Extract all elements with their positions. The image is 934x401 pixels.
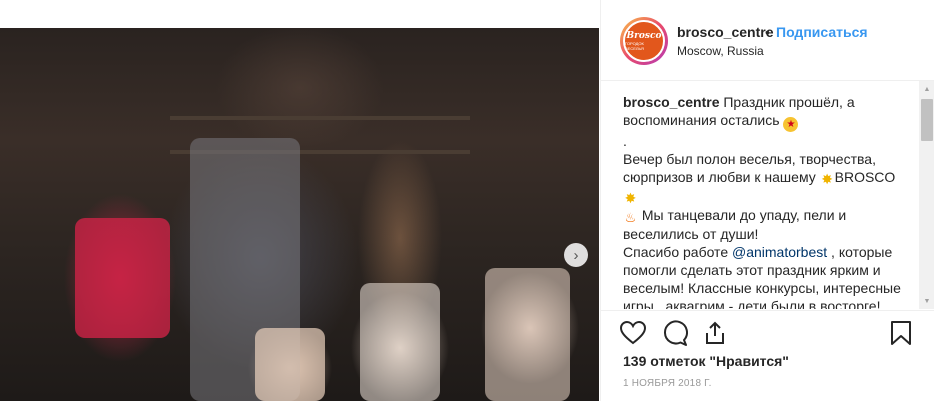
location-link[interactable]: Moscow, Russia: [677, 44, 764, 58]
sparkle-emoji-icon: ✸: [821, 171, 833, 187]
post-photo[interactable]: ›: [0, 28, 599, 401]
action-bar: [601, 310, 934, 355]
scrollbar-thumb[interactable]: [921, 99, 933, 141]
scroll-down-arrow-icon[interactable]: ▼: [919, 293, 934, 309]
post-header: Brosco ГОРОДОК ВЕСЕЛЬЯ brosco_centre • П…: [601, 0, 934, 81]
caption-brand: BROSCO: [834, 169, 896, 185]
caption-line: Мы танцевали до упаду, пели и веселились…: [623, 207, 847, 242]
photo-child: [360, 283, 440, 401]
caption-text: brosco_centre Праздник прошёл, а воспоми…: [623, 93, 901, 309]
heart-icon[interactable]: [619, 319, 647, 347]
comment-icon[interactable]: [661, 319, 689, 347]
fire-emoji-icon: ♨: [624, 210, 637, 225]
scroll-up-arrow-icon[interactable]: ▲: [919, 81, 934, 97]
share-icon[interactable]: [701, 319, 729, 347]
photo-flower-box: [75, 218, 170, 338]
avatar[interactable]: Brosco ГОРОДОК ВЕСЕЛЬЯ: [620, 17, 668, 65]
separator-dot: •: [765, 24, 770, 40]
caption-scroll-area[interactable]: brosco_centre Праздник прошёл, а воспоми…: [601, 81, 917, 309]
avatar-brand: Brosco: [626, 31, 662, 41]
mention-link[interactable]: @animatorbest: [732, 244, 827, 260]
avatar-sub: ГОРОДОК ВЕСЕЛЬЯ: [625, 41, 644, 51]
caption-scrollbar[interactable]: ▲ ▼: [919, 81, 934, 309]
follow-button[interactable]: Подписаться: [776, 24, 868, 40]
post-sidebar: Brosco ГОРОДОК ВЕСЕЛЬЯ brosco_centre • П…: [600, 0, 934, 401]
post-date: 1 НОЯБРЯ 2018 Г.: [623, 378, 712, 389]
likes-count[interactable]: 139 отметок "Нравится": [623, 353, 789, 369]
bookmark-icon[interactable]: [887, 319, 915, 347]
shelf-decor: [170, 116, 470, 120]
photo-child: [255, 328, 325, 401]
header-username-link[interactable]: brosco_centre: [677, 24, 773, 40]
caption-username-link[interactable]: brosco_centre: [623, 94, 719, 110]
caption-line: Спасибо работе: [623, 244, 732, 260]
avatar-logo: Brosco ГОРОДОК ВЕСЕЛЬЯ: [623, 20, 665, 62]
next-photo-button[interactable]: ›: [564, 243, 588, 267]
sparkle-emoji-icon: ✸: [624, 190, 637, 206]
instagram-post: › Brosco ГОРОДОК ВЕСЕЛЬЯ brosco_centre •…: [0, 0, 934, 401]
photo-child: [485, 268, 570, 401]
star-struck-emoji-icon: ★: [783, 117, 799, 132]
caption-line: .: [623, 133, 627, 149]
